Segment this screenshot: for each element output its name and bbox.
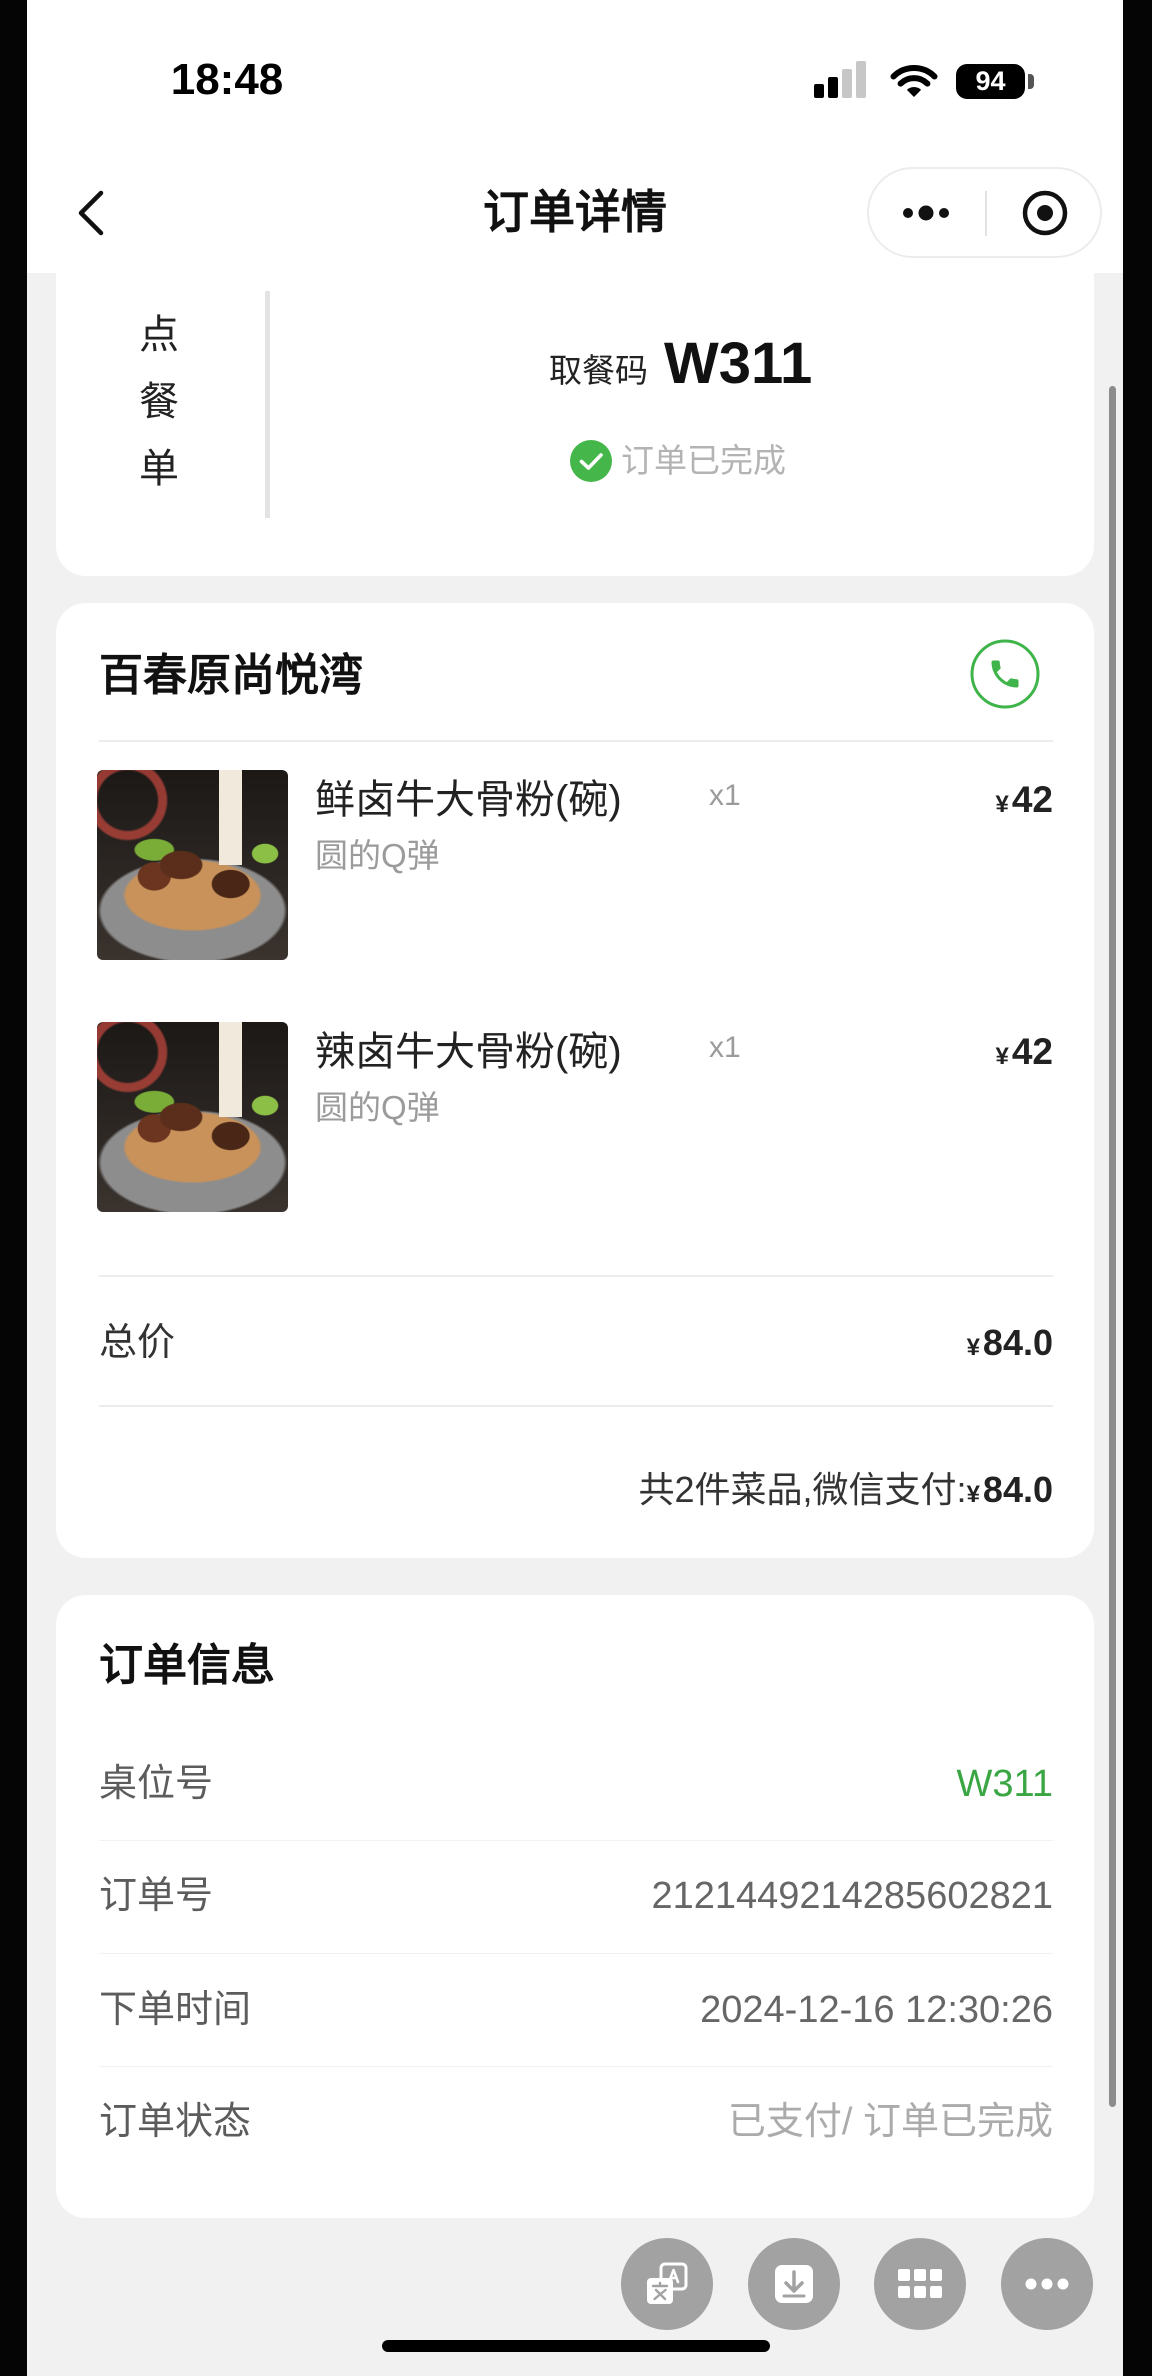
mini-program-capsule bbox=[867, 167, 1102, 258]
signal-icon bbox=[814, 61, 866, 98]
info-row-table: 桌位号 W311 bbox=[99, 1744, 1053, 1824]
translate-icon bbox=[647, 2262, 688, 2304]
currency-symbol: ¥ bbox=[995, 791, 1009, 818]
summary-amount: 84.0 bbox=[982, 1469, 1053, 1510]
item-price: ¥42 bbox=[995, 1022, 1053, 1090]
divider bbox=[99, 1405, 1053, 1407]
item-qty: x1 bbox=[709, 1031, 741, 1064]
table-number: W311 bbox=[956, 1763, 1053, 1805]
divider bbox=[99, 1275, 1053, 1277]
info-label: 订单号 bbox=[99, 1875, 214, 1917]
order-info-card: 订单信息 桌位号 W311 订单号 2121449214285602821 下单… bbox=[56, 1595, 1094, 2218]
currency-symbol: ¥ bbox=[966, 1334, 980, 1361]
item-spec: 圆的Q弹 bbox=[315, 1089, 440, 1126]
screen-border-left bbox=[0, 0, 27, 2376]
download-icon bbox=[775, 2265, 813, 2303]
battery-icon: 94 bbox=[956, 64, 1025, 99]
status-time: 18:48 bbox=[170, 55, 284, 104]
header: 18:48 94 订单详情 bbox=[27, 0, 1123, 273]
order-status-text: 订单已完成 bbox=[621, 442, 786, 479]
price-amount: 42 bbox=[1011, 1031, 1053, 1072]
translate-button[interactable] bbox=[621, 2238, 713, 2330]
vertical-divider bbox=[265, 291, 270, 518]
more-dots-icon bbox=[1025, 2278, 1069, 2290]
row-divider bbox=[99, 2066, 1053, 2067]
currency-symbol: ¥ bbox=[966, 1481, 980, 1508]
target-circle-icon[interactable] bbox=[1021, 189, 1069, 237]
capsule-divider bbox=[985, 191, 987, 236]
summary-text: 共2件菜品,微信支付: bbox=[638, 1469, 967, 1510]
dish-image bbox=[97, 770, 288, 960]
info-row-order-time: 下单时间 2024-12-16 12:30:26 bbox=[99, 1970, 1053, 2050]
info-row-order-number: 订单号 2121449214285602821 bbox=[99, 1856, 1053, 1936]
row-divider bbox=[99, 1953, 1053, 1954]
item-price: ¥42 bbox=[995, 770, 1053, 838]
side-tab-label: 点餐单 bbox=[139, 313, 179, 491]
screen-border-right bbox=[1123, 0, 1152, 2376]
grid-icon bbox=[898, 2269, 942, 2298]
scrollbar[interactable] bbox=[1109, 386, 1116, 2107]
item-name: 辣卤牛大骨粉(碗) bbox=[315, 1030, 622, 1074]
more-dots-icon[interactable] bbox=[900, 204, 952, 222]
total-amount: 84.0 bbox=[982, 1322, 1053, 1363]
pickup-card: 点餐单 取餐码 W311 订单已完成 bbox=[56, 240, 1094, 576]
battery-nub bbox=[1028, 74, 1034, 89]
info-label: 订单状态 bbox=[99, 2101, 252, 2143]
home-indicator[interactable] bbox=[382, 2340, 770, 2352]
item-spec: 圆的Q弹 bbox=[315, 837, 440, 874]
check-circle-icon bbox=[570, 440, 612, 482]
order-info-title: 订单信息 bbox=[99, 1641, 275, 1690]
order-number[interactable]: 2121449214285602821 bbox=[651, 1856, 1053, 1936]
item-name: 鲜卤牛大骨粉(碗) bbox=[315, 778, 622, 822]
dish-image bbox=[97, 1022, 288, 1212]
order-status: 已支付/ 订单已完成 bbox=[727, 2101, 1053, 2143]
info-label: 桌位号 bbox=[99, 1763, 214, 1805]
pickup-code-label: 取餐码 bbox=[549, 352, 648, 389]
grid-button[interactable] bbox=[874, 2238, 966, 2330]
info-row-order-status: 订单状态 已支付/ 订单已完成 bbox=[99, 2082, 1053, 2162]
total-price: ¥84.0 bbox=[967, 1313, 1053, 1381]
item-qty: x1 bbox=[709, 779, 741, 812]
row-divider bbox=[99, 1840, 1053, 1841]
info-label: 下单时间 bbox=[99, 1989, 252, 2031]
more-button[interactable] bbox=[1001, 2238, 1093, 2330]
store-card: 百春原尚悦湾 鲜卤牛大骨粉(碗) x1 ¥42 圆的Q弹 辣卤牛大骨粉(碗) x… bbox=[56, 603, 1094, 1558]
total-label: 总价 bbox=[99, 1322, 176, 1364]
currency-symbol: ¥ bbox=[995, 1043, 1009, 1070]
wifi-icon bbox=[890, 65, 938, 97]
order-time: 2024-12-16 12:30:26 bbox=[700, 1989, 1053, 2031]
battery-level: 94 bbox=[975, 66, 1006, 96]
payment-summary: 共2件菜品,微信支付:¥84.0 bbox=[639, 1460, 1053, 1528]
price-amount: 42 bbox=[1011, 779, 1053, 820]
phone-icon[interactable] bbox=[970, 639, 1040, 709]
download-button[interactable] bbox=[748, 2238, 840, 2330]
store-name: 百春原尚悦湾 bbox=[99, 651, 363, 700]
pickup-code: W311 bbox=[664, 331, 813, 396]
divider bbox=[99, 740, 1053, 742]
